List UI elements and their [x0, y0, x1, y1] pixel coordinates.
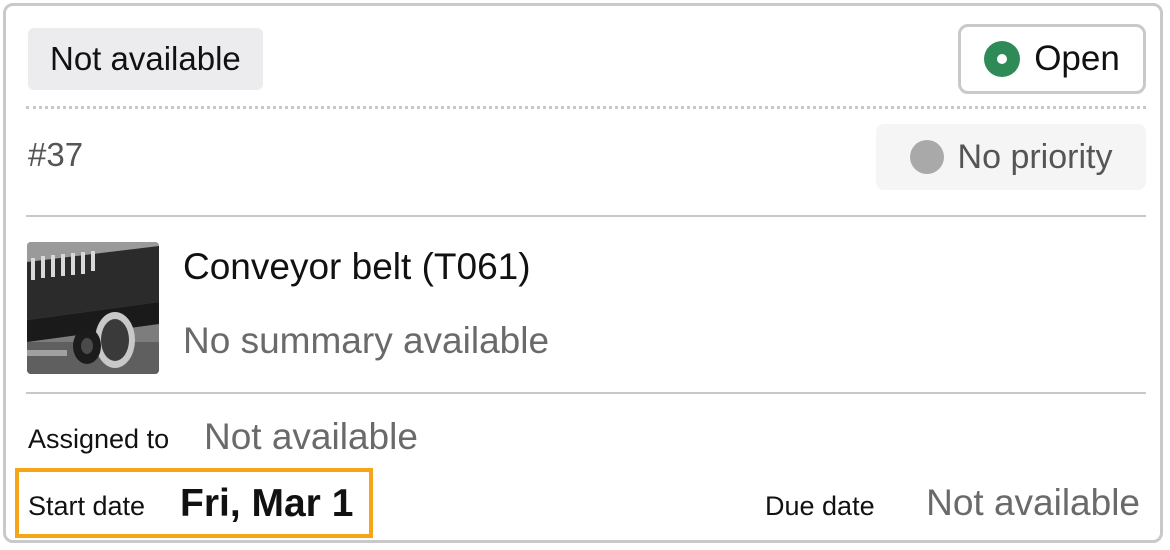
assigned-to-label: Assigned to: [28, 424, 170, 454]
asset-summary: No summary available: [183, 320, 550, 361]
priority-dot-icon: [909, 140, 944, 174]
assigned-to-value: Not available: [204, 416, 418, 457]
asset-name[interactable]: Conveyor belt (T061): [183, 246, 531, 288]
section-divider: [26, 392, 1146, 394]
work-order-card[interactable]: Not available Open #37 No priority Conve…: [3, 3, 1163, 543]
start-date-label: Start date: [28, 491, 146, 521]
work-order-id: #37: [28, 136, 84, 173]
header-divider: [26, 106, 1146, 109]
status-open-icon: [984, 41, 1021, 77]
priority-label: No priority: [957, 137, 1113, 176]
asset-thumbnail[interactable]: [27, 242, 159, 374]
category-tag: Not available: [28, 28, 263, 90]
conveyor-belt-photo-icon: [27, 242, 159, 374]
status-label: Open: [1034, 39, 1120, 78]
start-date-value: Fri, Mar 1: [180, 482, 354, 525]
priority-badge[interactable]: No priority: [876, 124, 1146, 190]
section-divider: [26, 215, 1146, 217]
due-date-label: Due date: [765, 491, 875, 521]
due-date-value: Not available: [926, 482, 1140, 523]
status-button[interactable]: Open: [958, 24, 1146, 94]
